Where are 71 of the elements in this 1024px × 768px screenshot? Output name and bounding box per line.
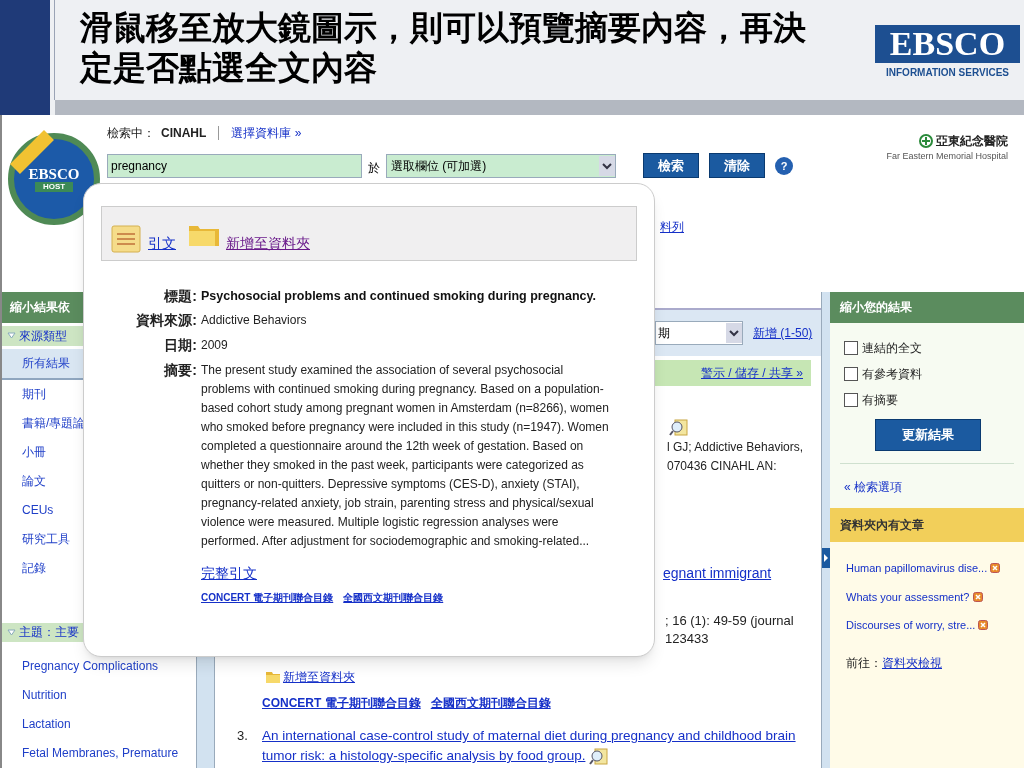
go-to-label: 前往： xyxy=(846,654,882,672)
collapse-icon xyxy=(7,627,16,637)
alert-save-share-link[interactable]: 警示 / 儲存 / 共享 » xyxy=(701,364,803,382)
folder-icon xyxy=(265,670,281,684)
add-results-link[interactable]: 新增 (1-50) xyxy=(753,324,813,342)
update-results-button[interactable]: 更新結果 xyxy=(875,419,981,451)
popup-action-link[interactable]: 新增至資料夾 xyxy=(226,233,310,254)
checkbox[interactable] xyxy=(844,393,858,407)
search-button[interactable]: 檢索 xyxy=(643,153,699,178)
dropdown-icon xyxy=(726,323,742,343)
sort-select[interactable]: 期 xyxy=(655,321,743,345)
logo-text: EBSCO xyxy=(28,166,80,182)
preview-magnifier-icon xyxy=(589,747,610,766)
help-button[interactable]: ? xyxy=(775,156,793,175)
database-name: CINAHL xyxy=(161,125,207,142)
remove-icon xyxy=(978,620,989,631)
search-options-link[interactable]: « 檢索選項 xyxy=(830,478,1024,496)
logo-tagline: INFORMATION SERVICES xyxy=(885,66,1010,80)
field-value: The present study examined the association of several psychosocial problems with continued smoking during pregnancy. Based on a population-based cohort study among pregnant women in Amsterdam (n=8266), women who smoked before pregnancy were included in this study (n=1947). Women completed a questionnaire around the 12th week of gestation. Based on whether they smoked in the past week, participants were categorized as quitters or non-quitters. Depressive symptoms (CES-D), anxiety (STAI), pregnancy-related anxiety, job strain, parenting stress and physical/sexual violence were measured. Multiple logistic regression analyses were performed. After adjustment for sociodemographic and smoking-related... xyxy=(201,362,610,550)
folder-article-link[interactable]: Human papillomavirus dise... xyxy=(846,560,988,577)
full-citation-link[interactable]: 完整引文 xyxy=(201,563,257,584)
checkbox[interactable] xyxy=(844,341,858,355)
field-value: 2009 xyxy=(201,337,229,354)
catalog-link[interactable]: CONCERT 電子期刊聯合目錄 xyxy=(262,694,421,712)
logo-subtext: HOST xyxy=(34,182,74,192)
result-details: ; 16 (1): 49-59 (journal xyxy=(665,612,795,630)
hospital-name: 亞東紀念醫院 xyxy=(936,132,1008,150)
panel-header: 資料夾內有文章 xyxy=(830,508,1024,542)
filter-item[interactable]: Nutrition xyxy=(2,681,196,710)
ebsco-logo: EBSCO xyxy=(875,25,1020,63)
field-label: 摘要: xyxy=(163,361,197,380)
result-title-link[interactable]: egnant immigrant xyxy=(663,563,821,584)
collapse-icon xyxy=(7,331,16,341)
search-field[interactable]: pregnancy xyxy=(107,153,362,178)
slide-title: 滑鼠移至放大鏡圖示，則可以預覽摘要內容，再決定是否點選全文內容 xyxy=(80,8,807,88)
popup-action-link[interactable]: 引文 xyxy=(148,233,176,254)
filter-item[interactable]: Lactation xyxy=(2,710,196,739)
citation-folder-icon xyxy=(110,222,142,254)
hospital-english-name: Far Eastern Memorial Hospital xyxy=(886,149,1008,163)
choose-database-link[interactable]: 選擇資料庫 » xyxy=(231,124,302,142)
search-label: 檢索中： xyxy=(107,125,155,142)
filter-label: 有摘要 xyxy=(862,392,898,409)
remove-icon xyxy=(990,563,1001,574)
result-details: 070436 CINAHL AN: xyxy=(667,458,778,475)
folder-view-link[interactable]: 資料夾檢視 xyxy=(882,653,942,672)
record-title: Psychosocial problems and continued smoking during pregnancy. xyxy=(201,288,597,305)
catalog-link[interactable]: 全國西文期刊聯合目錄 xyxy=(430,694,551,712)
checkbox[interactable] xyxy=(844,367,858,381)
folder-article-link[interactable]: Discourses of worry, stre... xyxy=(846,617,976,634)
panel-header: 縮小您的結果 xyxy=(830,292,1024,323)
search-button[interactable]: 清除 xyxy=(709,153,765,178)
link-fragment[interactable]: 料列 xyxy=(660,218,684,236)
add-to-folder-link[interactable]: 新增至資料夾 xyxy=(283,668,355,686)
field-select[interactable]: 選取欄位 (可加選) xyxy=(386,153,616,178)
result-details: l GJ; Addictive Behaviors, xyxy=(667,439,805,456)
dropdown-icon xyxy=(599,155,615,176)
result-title-link[interactable]: An international case-control study of maternal diet during pregnancy and childhood brain tumor risk: a histology-specific analysis by food group. xyxy=(262,726,802,766)
preview-magnifier-icon xyxy=(669,418,689,438)
result-number: 3. xyxy=(237,727,249,745)
field-label: 日期: xyxy=(163,336,197,355)
catalog-link[interactable]: 全國西文期刊聯合目錄 xyxy=(343,590,444,605)
folder-article-link[interactable]: Whats your assessment? xyxy=(846,588,970,605)
cross-emblem-icon xyxy=(919,133,933,148)
filter-label: 連結的全文 xyxy=(862,340,922,357)
filter-item[interactable]: Fetal Membranes, Premature xyxy=(2,739,196,768)
remove-icon xyxy=(972,591,983,602)
filter-label: 有參考資料 xyxy=(862,366,922,383)
result-details: 123433 xyxy=(665,630,710,648)
in-label: 於 xyxy=(368,159,380,177)
field-value: Addictive Behaviors xyxy=(201,312,308,329)
catalog-link[interactable]: CONCERT 電子期刊聯合目錄 xyxy=(201,590,334,605)
